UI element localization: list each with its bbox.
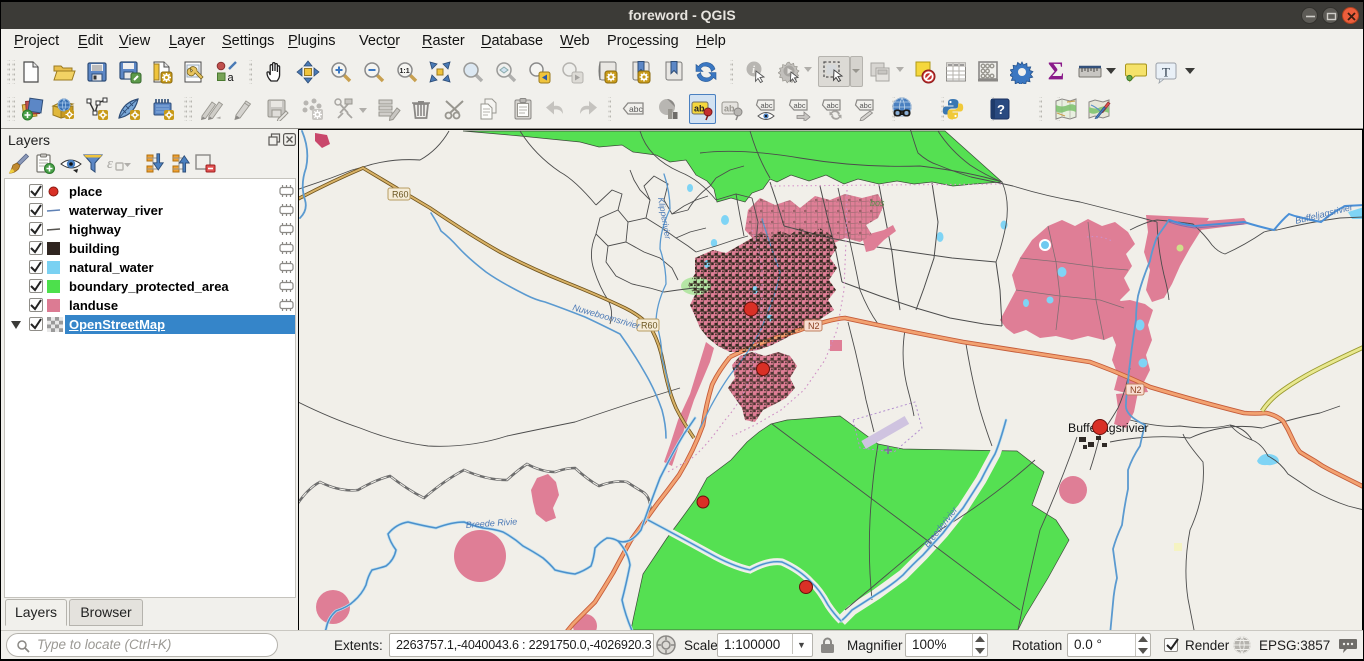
svg-text:R60: R60 <box>641 321 658 331</box>
svg-text:Buffeljagsrivier: Buffeljagsrivier <box>1068 421 1148 435</box>
svg-text:abc: abc <box>860 101 872 110</box>
svg-text:bos: bos <box>870 198 885 208</box>
svg-text:?: ? <box>997 102 1005 117</box>
svg-text:ε: ε <box>107 156 113 172</box>
svg-text:ab: ab <box>694 104 705 114</box>
svg-text:abc: abc <box>761 101 773 110</box>
svg-text:abc: abc <box>794 101 806 110</box>
svg-text:N2: N2 <box>1130 385 1142 395</box>
svg-text:abc: abc <box>629 104 643 114</box>
svg-text:ab: ab <box>724 104 735 114</box>
svg-text:1:1: 1:1 <box>400 68 410 75</box>
svg-text:T: T <box>1162 65 1170 80</box>
svg-text:R60: R60 <box>392 190 409 200</box>
svg-text:abc: abc <box>827 101 839 110</box>
svg-text:N2: N2 <box>808 321 820 331</box>
svg-text:a: a <box>228 72 235 84</box>
